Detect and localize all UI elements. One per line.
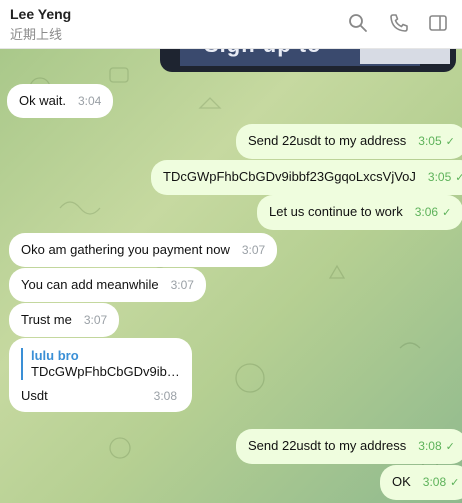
- message-area[interactable]: Sign up to Ok wait. 3:04 Send 22usdt to m…: [0, 48, 462, 503]
- message-time: 3:08: [418, 439, 442, 453]
- reply-quote[interactable]: lulu bro TDcGWpFhbCbGDv9ib…: [21, 348, 180, 380]
- sidebar-toggle-icon[interactable]: [427, 12, 449, 34]
- phone-icon[interactable]: [388, 12, 410, 34]
- message-text: Send 22usdt to my address: [248, 133, 407, 148]
- media-preview-panel: [360, 48, 450, 64]
- message-time: 3:06: [414, 205, 439, 219]
- message-time: 3:07: [241, 243, 266, 257]
- double-check-icon: ✓: [445, 441, 455, 453]
- message-text: TDcGWpFhbCbGDv9ibbf23GgqoLxcsVjVoJ: [163, 169, 416, 184]
- media-preview[interactable]: Sign up to: [160, 48, 456, 72]
- search-icon[interactable]: [347, 12, 369, 34]
- message-text: Ok wait.: [19, 93, 66, 108]
- message-text: You can add meanwhile: [21, 277, 159, 292]
- message-bubble[interactable]: OK 3:08 ✓: [380, 465, 462, 500]
- message-bubble[interactable]: Let us continue to work 3:06 ✓: [257, 195, 462, 230]
- double-check-icon: ✓: [445, 136, 455, 148]
- message-time: 3:05: [427, 170, 452, 184]
- message-text: Oko am gathering you payment now: [21, 242, 230, 257]
- message-text: Trust me: [21, 312, 72, 327]
- reply-text: TDcGWpFhbCbGDv9ib…: [31, 364, 180, 379]
- contact-status: 近期上线: [10, 27, 63, 42]
- message-text: Usdt: [21, 388, 48, 403]
- message-time: 3:05: [418, 134, 442, 148]
- reply-message-bubble[interactable]: lulu bro TDcGWpFhbCbGDv9ib… Usdt 3:08: [9, 338, 192, 412]
- message-bubble[interactable]: Send 22usdt to my address 3:08 ✓: [236, 429, 462, 464]
- media-preview-text: Sign up to: [204, 48, 322, 58]
- message-bubble[interactable]: TDcGWpFhbCbGDv9ibbf23GgqoLxcsVjVoJ 3:05 ✓: [151, 160, 462, 195]
- message-bubble[interactable]: Send 22usdt to my address 3:05 ✓: [236, 124, 462, 159]
- message-bubble[interactable]: Oko am gathering you payment now 3:07: [9, 233, 278, 267]
- message-bubble[interactable]: Ok wait. 3:04: [7, 84, 114, 118]
- message-time: 3:07: [170, 278, 194, 292]
- message-text: Let us continue to work: [269, 204, 403, 219]
- message-time: 3:08: [153, 389, 177, 403]
- message-bubble[interactable]: You can add meanwhile 3:07: [9, 268, 206, 302]
- reply-author: lulu bro: [31, 348, 79, 363]
- contact-name[interactable]: Lee Yeng: [10, 6, 71, 22]
- message-bubble[interactable]: Trust me 3:07: [9, 303, 120, 337]
- message-time: 3:04: [77, 94, 102, 108]
- double-check-icon: ✓: [450, 477, 460, 489]
- message-time: 3:08: [422, 475, 447, 489]
- message-time: 3:07: [83, 313, 108, 327]
- double-check-icon: ✓: [442, 207, 452, 219]
- chat-header: Lee Yeng 近期上线: [0, 0, 462, 49]
- message-text: Send 22usdt to my address: [248, 438, 407, 453]
- message-text: OK: [392, 474, 411, 489]
- double-check-icon: ✓: [455, 172, 462, 184]
